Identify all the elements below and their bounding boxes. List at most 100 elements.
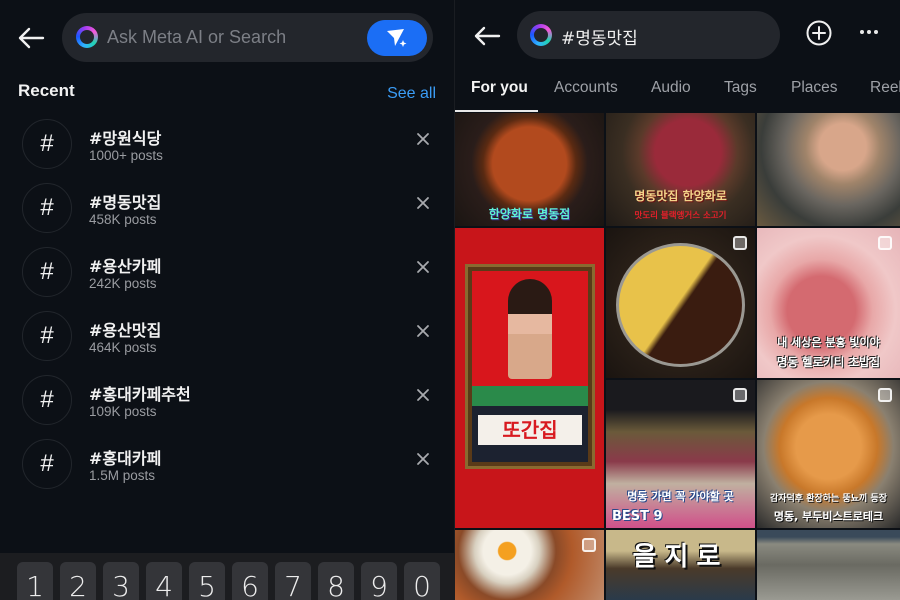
key-3[interactable]: 3 bbox=[103, 562, 139, 600]
search-input[interactable] bbox=[107, 13, 357, 62]
post-subcaption: 맛도리 블랙앵거스 소고기 bbox=[634, 211, 727, 221]
key-1[interactable]: 1 bbox=[17, 562, 53, 600]
tab-tags[interactable]: Tags bbox=[724, 79, 757, 97]
search-query: #명동맛집 bbox=[561, 29, 638, 49]
hashtag-icon: # bbox=[22, 311, 72, 361]
hashtag-name: #홍대카페 bbox=[89, 449, 162, 468]
key-4[interactable]: 4 bbox=[146, 562, 182, 600]
grid-post[interactable] bbox=[757, 530, 900, 600]
close-icon[interactable] bbox=[416, 324, 430, 338]
grid-post[interactable] bbox=[757, 113, 900, 226]
recent-search-item[interactable]: # #용산카페 242K posts bbox=[0, 238, 455, 302]
post-caption: 감자덕후 환장하는 뚱뇨끼 등장 bbox=[769, 494, 888, 504]
back-button[interactable] bbox=[472, 24, 502, 48]
recent-search-item[interactable]: # #홍대카페 1.5M posts bbox=[0, 430, 455, 494]
key-6[interactable]: 6 bbox=[232, 562, 268, 600]
key-8[interactable]: 8 bbox=[318, 562, 354, 600]
post-caption: 명동 가면 꼭 가야할 곳 bbox=[627, 490, 734, 503]
see-all-link[interactable]: See all bbox=[387, 85, 436, 103]
meta-ai-ring-icon bbox=[76, 26, 98, 48]
post-caption: 을지로 bbox=[632, 542, 729, 572]
post-count: 109K posts bbox=[89, 404, 157, 419]
tab-reels[interactable]: Reels bbox=[870, 79, 900, 97]
meta-ai-ring-icon bbox=[530, 24, 552, 46]
post-subcaption: 명동 헬로키티 초밥집 bbox=[776, 355, 881, 369]
back-button[interactable] bbox=[16, 24, 46, 52]
paper-plane-sparkle-icon bbox=[387, 29, 407, 47]
post-food-bowl bbox=[616, 243, 745, 367]
add-button[interactable] bbox=[806, 20, 832, 46]
screen-root: Recent See all # #망원식당 1000+ posts # #명동… bbox=[0, 0, 900, 600]
hashtag-icon: # bbox=[22, 439, 72, 489]
grid-post[interactable]: 감자덕후 환장하는 뚱뇨끼 등장 명동, 부두비스트로테크 bbox=[757, 380, 900, 528]
key-5[interactable]: 5 bbox=[189, 562, 225, 600]
post-subcaption: 명동, 부두비스트로테크 bbox=[773, 510, 884, 523]
post-count: 1000+ posts bbox=[89, 148, 163, 163]
tab-places[interactable]: Places bbox=[791, 79, 838, 97]
hashtag-results-screen: #명동맛집 For you Accounts Audio Tags Places… bbox=[455, 0, 900, 600]
post-caption: 또간집 bbox=[478, 415, 582, 445]
recent-searches-list: # #망원식당 1000+ posts # #명동맛집 458K posts #… bbox=[0, 110, 455, 494]
hashtag-icon: # bbox=[22, 119, 72, 169]
key-0[interactable]: 0 bbox=[404, 562, 440, 600]
recent-search-item[interactable]: # #망원식당 1000+ posts bbox=[0, 110, 455, 174]
grid-post[interactable] bbox=[606, 228, 755, 378]
more-horizontal-icon[interactable] bbox=[860, 22, 884, 42]
close-icon[interactable] bbox=[416, 452, 430, 466]
keyboard: 1 2 3 4 5 6 7 8 9 0 bbox=[0, 553, 455, 600]
multi-photo-icon bbox=[733, 236, 747, 250]
grid-post[interactable]: 명동 가면 꼭 가야할 곳 BEST 9 bbox=[606, 380, 755, 528]
active-tab-indicator bbox=[455, 110, 538, 112]
meta-ai-send-button[interactable] bbox=[367, 20, 427, 56]
post-count: 458K posts bbox=[89, 212, 157, 227]
search-bar bbox=[62, 13, 433, 62]
search-recent-screen: Recent See all # #망원식당 1000+ posts # #명동… bbox=[0, 0, 455, 600]
poster-band bbox=[472, 386, 588, 406]
recent-search-item[interactable]: # #홍대카페추천 109K posts bbox=[0, 366, 455, 430]
grid-post[interactable]: 내 세상은 분홍 빛이야 명동 헬로키티 초밥집 bbox=[757, 228, 900, 378]
post-caption: 내 세상은 분홍 빛이야 bbox=[777, 336, 880, 349]
grid-post[interactable]: 을지로 bbox=[606, 530, 755, 600]
tab-for-you[interactable]: For you bbox=[471, 79, 528, 97]
plus-circle-icon bbox=[806, 20, 832, 46]
tab-audio[interactable]: Audio bbox=[651, 79, 691, 97]
poster-frame: 또간집 bbox=[465, 264, 595, 469]
recent-search-item[interactable]: # #용산맛집 464K posts bbox=[0, 302, 455, 366]
key-9[interactable]: 9 bbox=[361, 562, 397, 600]
recent-heading: Recent bbox=[18, 81, 75, 100]
close-icon[interactable] bbox=[416, 132, 430, 146]
keyboard-number-row: 1 2 3 4 5 6 7 8 9 0 bbox=[0, 553, 455, 600]
grid-post[interactable]: 또간집 bbox=[455, 228, 604, 528]
grid-post[interactable] bbox=[455, 530, 604, 600]
hashtag-icon: # bbox=[22, 247, 72, 297]
key-7[interactable]: 7 bbox=[275, 562, 311, 600]
hashtag-name: #명동맛집 bbox=[89, 193, 162, 212]
post-subcaption: BEST 9 bbox=[612, 509, 663, 524]
grid-post[interactable]: 명동맛집 한양화로 맛도리 블랙앵거스 소고기 bbox=[606, 113, 755, 226]
grid-post[interactable]: 한양화로 명동점 bbox=[455, 113, 604, 226]
hashtag-icon: # bbox=[22, 183, 72, 233]
multi-photo-icon bbox=[582, 538, 596, 552]
hashtag-name: #용산맛집 bbox=[89, 321, 162, 340]
post-count: 1.5M posts bbox=[89, 468, 156, 483]
tab-accounts[interactable]: Accounts bbox=[554, 79, 618, 97]
key-2[interactable]: 2 bbox=[60, 562, 96, 600]
hashtag-name: #용산카페 bbox=[89, 257, 162, 276]
close-icon[interactable] bbox=[416, 196, 430, 210]
post-caption: 명동맛집 한양화로 bbox=[634, 189, 727, 203]
hashtag-name: #망원식당 bbox=[89, 129, 162, 148]
search-tabs: For you Accounts Audio Tags Places Reels bbox=[455, 70, 900, 112]
results-grid: 한양화로 명동점 명동맛집 한양화로 맛도리 블랙앵거스 소고기 또간집 내 세… bbox=[455, 113, 900, 600]
arrow-left-icon bbox=[474, 26, 501, 46]
multi-photo-icon bbox=[878, 236, 892, 250]
search-bar[interactable]: #명동맛집 bbox=[517, 11, 780, 59]
multi-photo-icon bbox=[733, 388, 747, 402]
close-icon[interactable] bbox=[416, 260, 430, 274]
post-caption: 한양화로 명동점 bbox=[488, 207, 571, 221]
hashtag-icon: # bbox=[22, 375, 72, 425]
hashtag-name: #홍대카페추천 bbox=[89, 385, 191, 404]
recent-search-item[interactable]: # #명동맛집 458K posts bbox=[0, 174, 455, 238]
arrow-left-icon bbox=[18, 27, 45, 49]
poster-person bbox=[508, 279, 552, 379]
close-icon[interactable] bbox=[416, 388, 430, 402]
